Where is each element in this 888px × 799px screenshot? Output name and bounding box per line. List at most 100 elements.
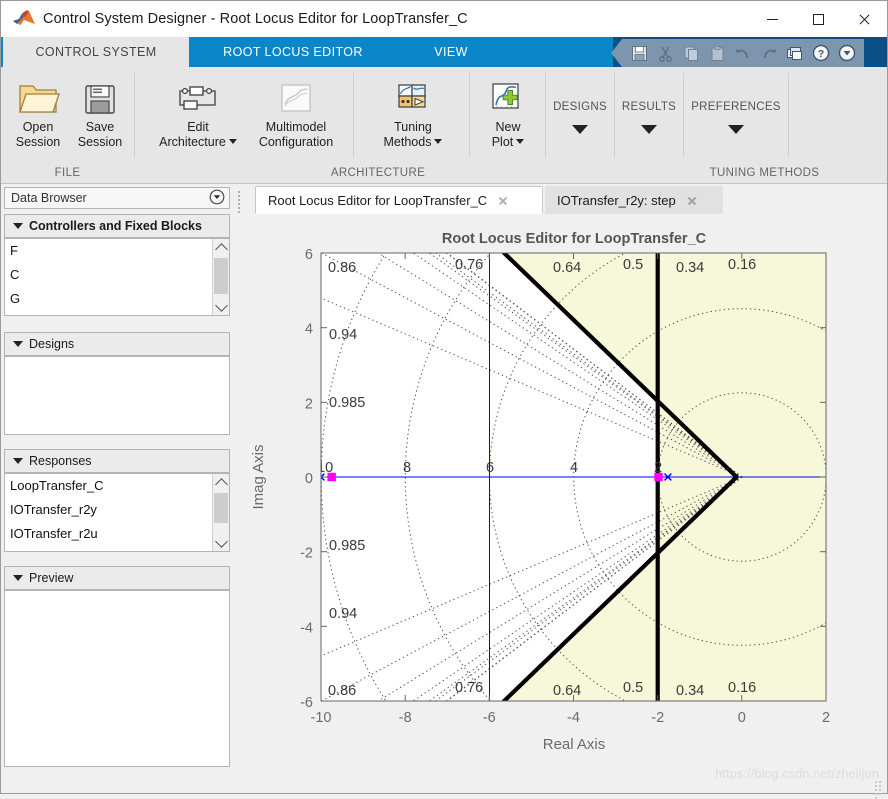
resize-grip[interactable] bbox=[874, 780, 884, 790]
section-responses[interactable]: Responses bbox=[4, 449, 230, 473]
copy-icon[interactable] bbox=[678, 39, 704, 67]
chevron-down-icon bbox=[13, 575, 23, 581]
chevron-down-icon[interactable] bbox=[516, 139, 524, 144]
chevron-down-icon[interactable] bbox=[572, 125, 588, 134]
open-session-label-1: Open bbox=[23, 120, 54, 134]
preferences-gallery-label: PREFERENCES bbox=[684, 101, 788, 113]
list-item[interactable]: IOTransfer_d2y bbox=[5, 546, 229, 552]
cut-icon[interactable] bbox=[652, 39, 678, 67]
designs-list[interactable] bbox=[4, 356, 230, 435]
document-tab-iotransfer-step[interactable]: IOTransfer_r2y: step bbox=[545, 186, 723, 214]
controllers-list[interactable]: F C G H bbox=[4, 238, 230, 316]
save-session-button[interactable]: Save Session bbox=[69, 71, 131, 150]
svg-text:0.985: 0.985 bbox=[329, 395, 365, 411]
chevron-down-circle-icon[interactable] bbox=[834, 39, 860, 67]
matlab-logo-icon bbox=[11, 8, 37, 30]
svg-text:0.5: 0.5 bbox=[623, 680, 643, 696]
tab-control-system[interactable]: CONTROL SYSTEM bbox=[3, 37, 189, 67]
list-item[interactable]: IOTransfer_r2u bbox=[5, 522, 229, 546]
svg-text:0: 0 bbox=[305, 471, 313, 487]
window-title: Control System Designer - Root Locus Edi… bbox=[43, 11, 468, 27]
results-gallery-button[interactable]: RESULTS bbox=[615, 67, 683, 184]
chevron-down-icon[interactable] bbox=[434, 139, 442, 144]
scroll-up-icon[interactable] bbox=[213, 474, 229, 491]
multimodel-plot-icon bbox=[276, 71, 316, 117]
list-item[interactable]: H bbox=[5, 311, 229, 316]
list-item[interactable]: G bbox=[5, 287, 229, 311]
scroll-down-icon[interactable] bbox=[213, 534, 229, 551]
ribbon-divider-7 bbox=[788, 73, 789, 157]
group-label-architecture: ARCHITECTURE bbox=[269, 163, 487, 183]
tuning-methods-button[interactable]: Tuning Methods bbox=[368, 71, 458, 150]
root-locus-chart[interactable]: Root Locus Editor for LoopTransfer_C bbox=[233, 214, 888, 794]
svg-text:0.34: 0.34 bbox=[676, 260, 704, 276]
close-button[interactable] bbox=[841, 1, 887, 37]
maximize-button[interactable] bbox=[795, 1, 841, 37]
svg-text:0.64: 0.64 bbox=[553, 683, 581, 699]
save-disk-icon bbox=[80, 71, 120, 117]
scroll-thumb[interactable] bbox=[214, 493, 228, 523]
section-preview[interactable]: Preview bbox=[4, 566, 230, 590]
svg-text:0: 0 bbox=[738, 710, 746, 726]
chevron-down-icon[interactable] bbox=[728, 125, 744, 134]
ribbon-group-analysis: New Plot ANALYSIS bbox=[470, 67, 545, 161]
section-controllers-and-fixed-blocks[interactable]: Controllers and Fixed Blocks bbox=[4, 214, 230, 238]
close-icon[interactable] bbox=[682, 186, 702, 214]
chevron-down-icon bbox=[13, 458, 23, 464]
tuning-methods-label-1: Tuning bbox=[394, 120, 432, 134]
help-icon[interactable]: ? bbox=[808, 39, 834, 67]
section-designs[interactable]: Designs bbox=[4, 332, 230, 356]
save-icon[interactable] bbox=[626, 39, 652, 67]
list-item[interactable]: LoopTransfer_C bbox=[5, 474, 229, 498]
quick-access-toolbar: ? bbox=[611, 39, 864, 67]
chart-title: Root Locus Editor for LoopTransfer_C bbox=[442, 231, 707, 247]
document-tab-bar: Root Locus Editor for LoopTransfer_C IOT… bbox=[233, 184, 887, 215]
scroll-thumb[interactable] bbox=[214, 258, 228, 294]
redo-icon[interactable] bbox=[756, 39, 782, 67]
list-item[interactable]: IOTransfer_r2y bbox=[5, 498, 229, 522]
scroll-up-icon[interactable] bbox=[213, 239, 229, 256]
svg-text:2: 2 bbox=[305, 396, 313, 412]
svg-text:-6: -6 bbox=[300, 695, 313, 711]
list-item[interactable]: F bbox=[5, 239, 229, 263]
responses-list[interactable]: LoopTransfer_C IOTransfer_r2y IOTransfer… bbox=[4, 473, 230, 552]
new-plot-label-2: Plot bbox=[492, 135, 514, 149]
document-tab-root-locus[interactable]: Root Locus Editor for LoopTransfer_C bbox=[255, 186, 543, 214]
svg-text:6: 6 bbox=[486, 460, 494, 476]
chevron-down-circle-icon[interactable] bbox=[209, 189, 225, 208]
svg-text:0.76: 0.76 bbox=[455, 257, 483, 273]
minimize-button[interactable] bbox=[749, 1, 795, 37]
multimodel-configuration-button[interactable]: Multimodel Configuration bbox=[247, 71, 345, 150]
paste-icon[interactable] bbox=[704, 39, 730, 67]
close-icon[interactable] bbox=[493, 186, 513, 214]
tab-bar-grip[interactable] bbox=[237, 190, 243, 208]
plot-canvas[interactable]: Root Locus Editor for LoopTransfer_C bbox=[233, 214, 887, 793]
close-icon bbox=[858, 13, 871, 26]
responses-list-scrollbar[interactable] bbox=[212, 474, 229, 551]
designs-gallery-button[interactable]: DESIGNS bbox=[546, 67, 614, 184]
open-session-button[interactable]: Open Session bbox=[7, 71, 69, 150]
layout-icon[interactable] bbox=[782, 39, 808, 67]
svg-text:-10: -10 bbox=[311, 710, 332, 726]
list-item[interactable]: C bbox=[5, 263, 229, 287]
preferences-gallery-button[interactable]: PREFERENCES bbox=[684, 67, 788, 184]
chevron-down-icon[interactable] bbox=[229, 139, 237, 144]
scroll-down-icon[interactable] bbox=[213, 298, 229, 315]
new-plot-button[interactable]: New Plot bbox=[476, 71, 540, 150]
svg-text:6: 6 bbox=[305, 247, 313, 263]
tab-view[interactable]: VIEW bbox=[397, 37, 505, 67]
section-preview-label: Preview bbox=[29, 571, 73, 585]
svg-text:2: 2 bbox=[654, 460, 662, 476]
ribbon-tab-strip: CONTROL SYSTEM ROOT LOCUS EDITOR VIEW bbox=[1, 37, 887, 67]
preview-pane[interactable] bbox=[4, 590, 230, 767]
undo-icon[interactable] bbox=[730, 39, 756, 67]
tab-root-locus-editor[interactable]: ROOT LOCUS EDITOR bbox=[189, 37, 397, 67]
chevron-down-icon[interactable] bbox=[641, 125, 657, 134]
watermark-text: https://blog.csdn.net/zhelijun bbox=[715, 767, 879, 781]
svg-text:0.94: 0.94 bbox=[329, 327, 357, 343]
svg-text:0.76: 0.76 bbox=[455, 680, 483, 696]
edit-architecture-button[interactable]: Edit Architecture bbox=[149, 71, 247, 150]
svg-text:0.5: 0.5 bbox=[623, 257, 643, 273]
controllers-list-scrollbar[interactable] bbox=[212, 239, 229, 315]
chevron-down-icon bbox=[13, 223, 23, 229]
